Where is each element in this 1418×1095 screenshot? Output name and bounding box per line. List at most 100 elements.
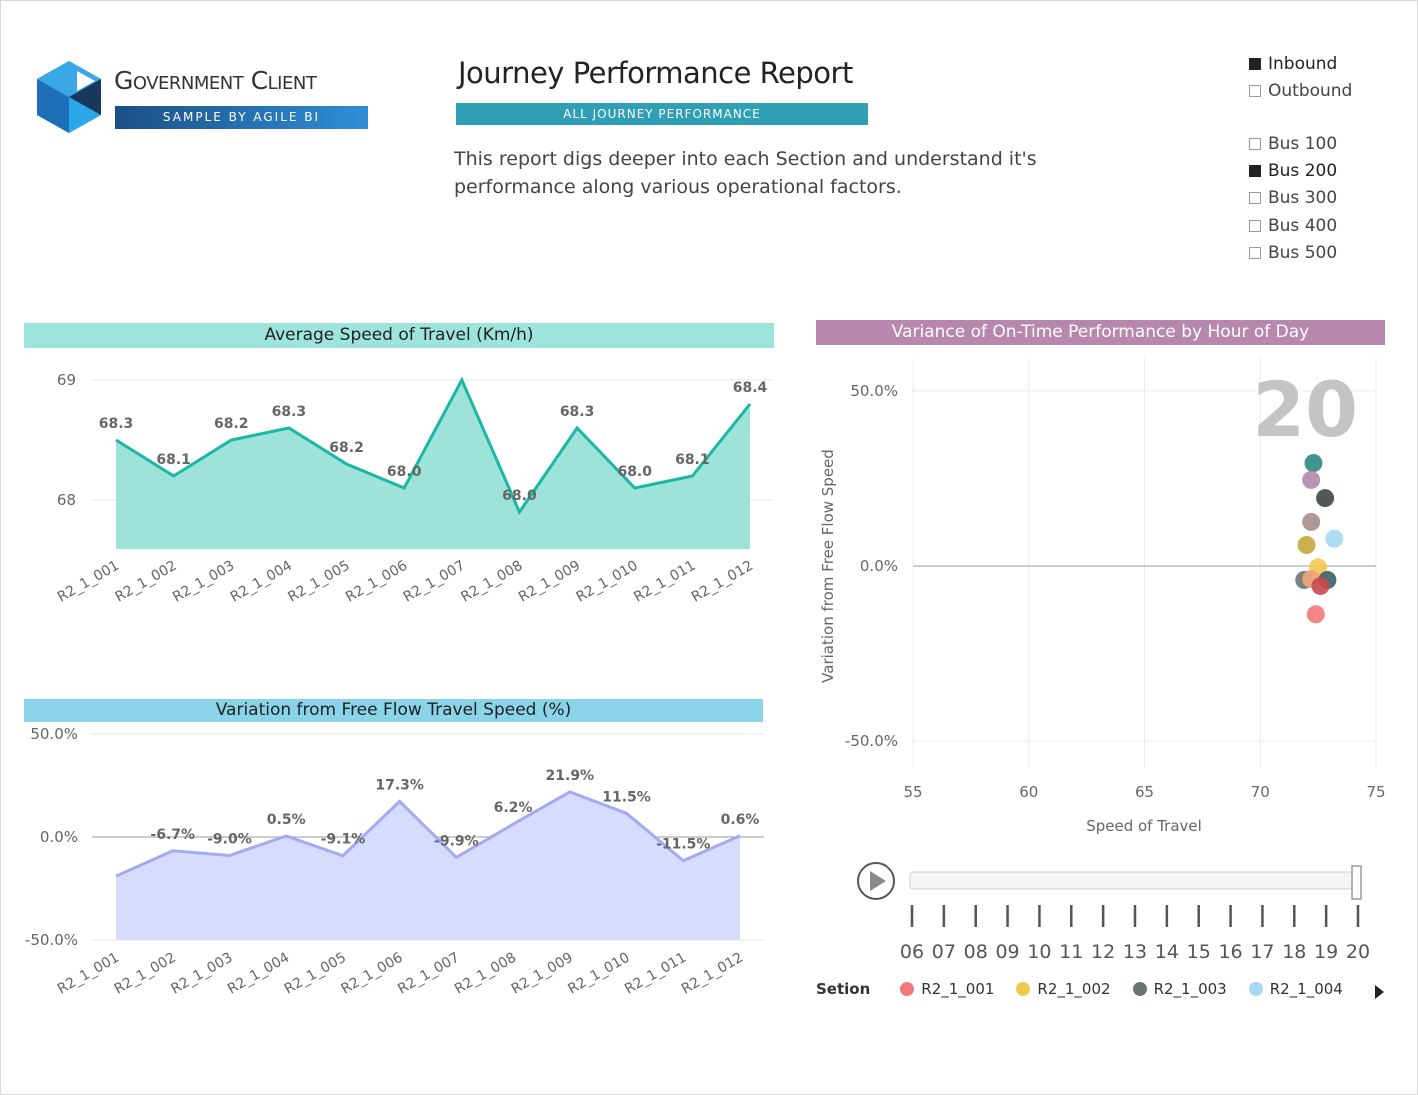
data-label: 17.3% — [375, 777, 424, 793]
x-tick-label: 55 — [903, 783, 922, 801]
play-tick-label[interactable]: 10 — [1027, 941, 1051, 963]
data-point[interactable] — [688, 472, 696, 480]
play-axis[interactable]: 06 07 08 09 10 11 12 13 14 15 16 17 18 19 20 — [850, 855, 1390, 970]
data-point[interactable] — [227, 436, 235, 444]
play-tick-label[interactable]: 15 — [1187, 941, 1211, 963]
data-point[interactable] — [282, 832, 290, 840]
data-point[interactable] — [566, 788, 574, 796]
legend-item[interactable]: R2_1_004 — [1248, 980, 1343, 998]
legend-label: R2_1_003 — [1153, 980, 1227, 998]
legend-item[interactable]: R2_1_002 — [1016, 980, 1111, 998]
x-tick-label: R2_1_004 — [225, 950, 292, 998]
data-label: 68.0 — [617, 464, 652, 480]
data-point[interactable] — [169, 847, 177, 855]
checkbox[interactable] — [1249, 58, 1261, 70]
x-tick-label: R2_1_004 — [228, 558, 295, 606]
x-tick-label: R2_1_002 — [112, 950, 179, 998]
data-point[interactable] — [458, 376, 466, 384]
legend-item[interactable]: R2_1_001 — [900, 980, 994, 998]
data-point[interactable] — [515, 508, 523, 516]
y-axis-label: Variation from Free Flow Speed — [819, 449, 837, 683]
data-point[interactable] — [400, 484, 408, 492]
variation-area-chart[interactable]: 50.0% 0.0% -50.0% -6.7% -9.0% 0.5% -9.1% 17.3% -… — [24, 724, 784, 1004]
logo-subtitle: SAMPLE BY AGILE BI — [115, 106, 368, 129]
data-point[interactable] — [573, 424, 581, 432]
slicer-item-inbound[interactable]: Inbound — [1249, 54, 1337, 74]
checkbox[interactable] — [1249, 219, 1261, 232]
variance-scatter-chart[interactable]: 55 60 65 70 75 50.0% 0.0% -50.0% Speed of Travel… — [816, 348, 1396, 848]
area-fill — [116, 380, 750, 549]
data-point[interactable] — [736, 832, 744, 840]
y-tick-label: 50.0% — [30, 725, 78, 743]
play-tick-label[interactable]: 08 — [964, 941, 988, 963]
play-tick-label[interactable]: 07 — [932, 941, 956, 963]
data-point[interactable] — [679, 857, 687, 865]
data-label: -11.5% — [656, 837, 710, 853]
x-tick-label: R2_1_006 — [343, 558, 410, 606]
checkbox[interactable] — [1249, 165, 1261, 178]
scatter-point[interactable] — [1325, 529, 1344, 548]
scatter-point[interactable] — [1302, 512, 1321, 531]
x-tick-label: R2_1_012 — [689, 558, 756, 606]
data-point[interactable] — [339, 852, 347, 860]
play-tick-label[interactable]: 09 — [995, 941, 1019, 963]
data-point[interactable] — [112, 872, 120, 880]
scatter-point[interactable] — [1311, 576, 1330, 595]
legend-item[interactable]: R2_1_003 — [1132, 980, 1227, 998]
checkbox[interactable] — [1249, 246, 1261, 259]
play-tick-label[interactable]: 06 — [900, 941, 924, 963]
checkbox[interactable] — [1249, 85, 1261, 98]
data-point[interactable] — [343, 460, 351, 468]
x-tick-label: R2_1_010 — [574, 558, 641, 606]
data-label: 0.5% — [267, 812, 306, 828]
play-tick-label[interactable]: 13 — [1123, 941, 1147, 963]
x-tick-label: R2_1_008 — [452, 950, 519, 998]
data-point[interactable] — [631, 484, 639, 492]
data-label: 68.0 — [387, 464, 422, 480]
slicer-item-bus-200[interactable]: Bus 200 — [1249, 161, 1337, 181]
data-label: -9.9% — [434, 833, 479, 849]
speed-area-chart[interactable]: 69 68 68.3 68.1 68.2 68.3 68.2 68.0 68.0 68.3 68.0… — [24, 350, 784, 620]
data-label: 68.0 — [502, 488, 537, 504]
data-label: 68.3 — [99, 416, 134, 432]
y-tick-label: 0.0% — [40, 828, 78, 846]
data-point[interactable] — [170, 472, 178, 480]
checkbox[interactable] — [1249, 192, 1261, 205]
checkbox[interactable] — [1249, 138, 1261, 150]
play-tick-label[interactable]: 19 — [1314, 941, 1338, 963]
play-tick-label[interactable]: 16 — [1218, 941, 1242, 963]
data-point[interactable] — [285, 424, 293, 432]
play-handle[interactable] — [1351, 865, 1362, 900]
play-tick-label[interactable]: 12 — [1091, 941, 1115, 963]
scatter-point[interactable] — [1304, 454, 1323, 473]
legend-label: R2_1_002 — [1037, 980, 1111, 998]
legend-dot — [1248, 982, 1263, 996]
play-tick-label[interactable]: 18 — [1282, 941, 1306, 963]
data-point[interactable] — [509, 820, 517, 828]
chevron-right-icon[interactable] — [1373, 984, 1385, 1000]
scatter-point[interactable] — [1316, 489, 1335, 508]
play-tick-label[interactable]: 20 — [1346, 941, 1370, 963]
data-point[interactable] — [746, 400, 754, 408]
play-tick-label[interactable]: 11 — [1059, 941, 1083, 963]
scatter-point[interactable] — [1297, 536, 1316, 554]
x-tick-label: R2_1_012 — [679, 950, 746, 998]
play-button[interactable] — [857, 862, 895, 900]
scatter-point[interactable] — [1306, 605, 1325, 624]
data-point[interactable] — [452, 853, 460, 861]
play-tick-label[interactable]: 14 — [1155, 941, 1179, 963]
y-tick-label: 50.0% — [850, 382, 898, 400]
data-point[interactable] — [112, 436, 120, 444]
data-point[interactable] — [623, 809, 631, 817]
data-point[interactable] — [225, 852, 233, 860]
data-label: -9.1% — [321, 832, 366, 848]
slicer-item-outbound[interactable]: Outbound — [1249, 81, 1352, 101]
slicer-item-bus-500[interactable]: Bus 500 — [1249, 243, 1337, 263]
play-tick-label[interactable]: 17 — [1250, 941, 1274, 963]
data-point[interactable] — [396, 797, 404, 805]
slicer-item-bus-300[interactable]: Bus 300 — [1249, 188, 1337, 208]
play-track[interactable] — [909, 871, 1359, 890]
slicer-item-bus-100[interactable]: Bus 100 — [1249, 134, 1337, 154]
scatter-point[interactable] — [1302, 470, 1321, 489]
slicer-item-bus-400[interactable]: Bus 400 — [1249, 216, 1337, 236]
